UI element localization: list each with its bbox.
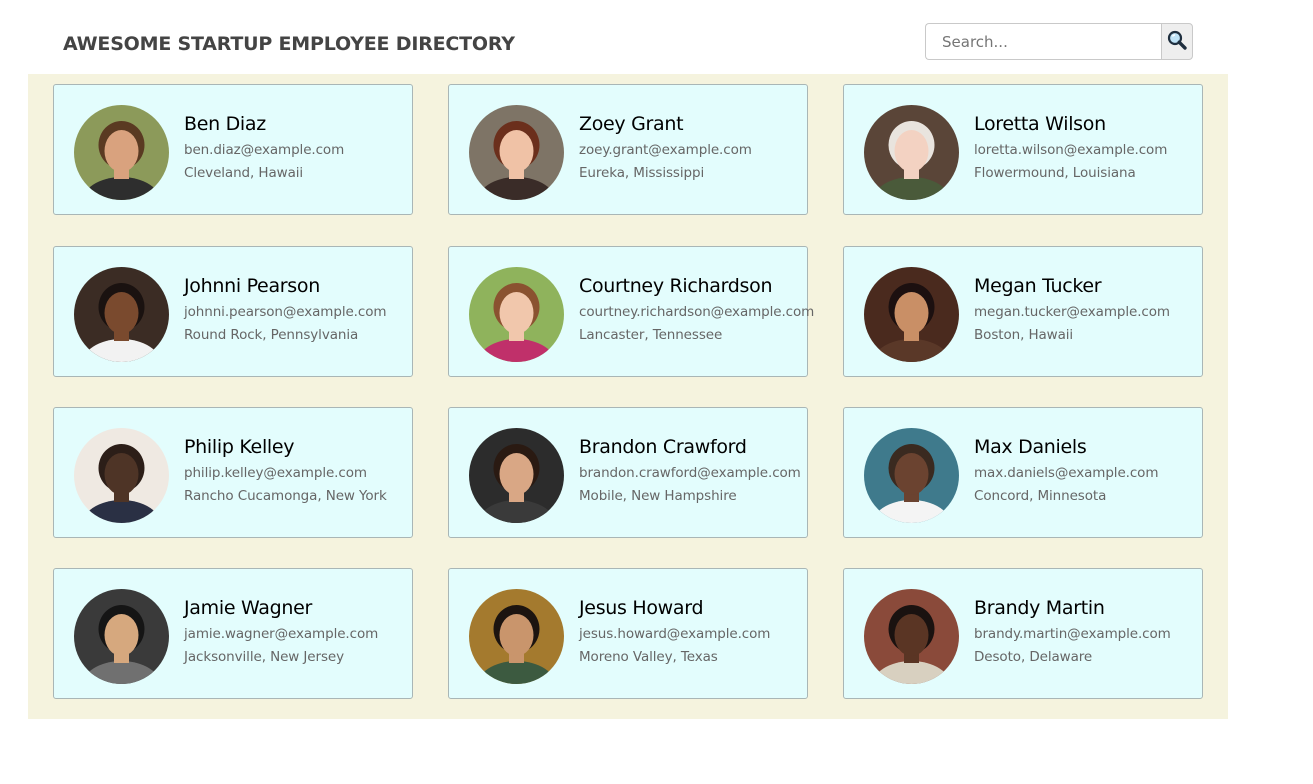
employee-name: Courtney Richardson (579, 275, 773, 297)
magnifier-icon (1167, 30, 1187, 50)
employee-location: Eureka, Mississippi (579, 165, 705, 181)
employee-location: Rancho Cucamonga, New York (184, 488, 387, 504)
employee-card[interactable]: Johnni Pearson johnni.pearson@example.com… (53, 246, 413, 377)
employee-email: jamie.wagner@example.com (184, 626, 379, 642)
employee-card[interactable]: Zoey Grant zoey.grant@example.com Eureka, … (448, 84, 808, 215)
employee-card[interactable]: Jesus Howard jesus.howard@example.com More… (448, 568, 808, 699)
employee-avatar (469, 589, 564, 684)
employee-info: Philip Kelley philip.kelley@example.com Ra… (184, 436, 387, 504)
employee-location: Jacksonville, New Jersey (184, 649, 344, 665)
employee-email: brandy.martin@example.com (974, 626, 1171, 642)
employee-info: Loretta Wilson loretta.wilson@example.com… (974, 113, 1167, 181)
employee-card[interactable]: Brandon Crawford brandon.crawford@example… (448, 407, 808, 538)
employee-card[interactable]: Loretta Wilson loretta.wilson@example.com… (843, 84, 1203, 215)
employee-avatar (864, 589, 959, 684)
employee-name: Jamie Wagner (184, 597, 312, 619)
employee-email: brandon.crawford@example.com (579, 465, 801, 481)
search-form (925, 23, 1193, 60)
employee-location: Moreno Valley, Texas (579, 649, 718, 665)
employee-gallery: Ben Diaz ben.diaz@example.com Cleveland, H… (28, 74, 1228, 719)
employee-email: max.daniels@example.com (974, 465, 1159, 481)
search-button[interactable] (1161, 23, 1193, 60)
employee-avatar (469, 428, 564, 523)
employee-avatar (74, 267, 169, 362)
employee-avatar (864, 267, 959, 362)
employee-name: Loretta Wilson (974, 113, 1106, 135)
employee-avatar (74, 105, 169, 200)
employee-email: ben.diaz@example.com (184, 142, 345, 158)
employee-info: Brandon Crawford brandon.crawford@example… (579, 436, 801, 504)
employee-location: Round Rock, Pennsylvania (184, 327, 359, 343)
employee-info: Jamie Wagner jamie.wagner@example.com Jack… (184, 597, 378, 665)
employee-name: Johnni Pearson (184, 275, 320, 297)
employee-location: Desoto, Delaware (974, 649, 1093, 665)
employee-email: philip.kelley@example.com (184, 465, 367, 481)
employee-location: Mobile, New Hampshire (579, 488, 737, 504)
employee-info: Johnni Pearson johnni.pearson@example.com… (184, 275, 387, 343)
employee-email: zoey.grant@example.com (579, 142, 752, 158)
employee-info: Jesus Howard jesus.howard@example.com More… (579, 597, 770, 665)
employee-name: Max Daniels (974, 436, 1087, 458)
employee-location: Flowermound, Louisiana (974, 165, 1136, 181)
page-title: AWESOME STARTUP EMPLOYEE DIRECTORY (63, 33, 515, 55)
employee-location: Concord, Minnesota (974, 488, 1107, 504)
employee-email: megan.tucker@example.com (974, 304, 1170, 320)
employee-card[interactable]: Brandy Martin brandy.martin@example.com De… (843, 568, 1203, 699)
employee-info: Brandy Martin brandy.martin@example.com De… (974, 597, 1171, 665)
employee-info: Ben Diaz ben.diaz@example.com Cleveland, H… (184, 113, 344, 181)
employee-name: Brandon Crawford (579, 436, 747, 458)
employee-location: Boston, Hawaii (974, 327, 1074, 343)
employee-location: Cleveland, Hawaii (184, 165, 304, 181)
employee-avatar (864, 428, 959, 523)
employee-name: Brandy Martin (974, 597, 1105, 619)
employee-avatar (469, 267, 564, 362)
employee-email: loretta.wilson@example.com (974, 142, 1168, 158)
employee-name: Philip Kelley (184, 436, 295, 458)
employee-avatar (864, 105, 959, 200)
employee-info: Megan Tucker megan.tucker@example.com Bost… (974, 275, 1170, 343)
employee-avatar (74, 589, 169, 684)
employee-info: Max Daniels max.daniels@example.com Concor… (974, 436, 1158, 504)
employee-card[interactable]: Jamie Wagner jamie.wagner@example.com Jack… (53, 568, 413, 699)
employee-card[interactable]: Megan Tucker megan.tucker@example.com Bost… (843, 246, 1203, 377)
page-header: AWESOME STARTUP EMPLOYEE DIRECTORY (0, 0, 1313, 74)
employee-email: courtney.richardson@example.com (579, 304, 815, 320)
employee-email: johnni.pearson@example.com (184, 304, 387, 320)
employee-name: Megan Tucker (974, 275, 1102, 297)
employee-avatar (74, 428, 169, 523)
search-input[interactable] (925, 23, 1162, 60)
employee-info: Courtney Richardson courtney.richardson@e… (579, 275, 814, 343)
employee-card[interactable]: Ben Diaz ben.diaz@example.com Cleveland, H… (53, 84, 413, 215)
employee-card[interactable]: Max Daniels max.daniels@example.com Concor… (843, 407, 1203, 538)
employee-name: Ben Diaz (184, 113, 266, 135)
employee-card[interactable]: Philip Kelley philip.kelley@example.com Ra… (53, 407, 413, 538)
employee-name: Zoey Grant (579, 113, 684, 135)
employee-email: jesus.howard@example.com (579, 626, 771, 642)
employee-name: Jesus Howard (579, 597, 704, 619)
employee-avatar (469, 105, 564, 200)
employee-card[interactable]: Courtney Richardson courtney.richardson@e… (448, 246, 814, 377)
employee-location: Lancaster, Tennessee (579, 327, 723, 343)
employee-info: Zoey Grant zoey.grant@example.com Eureka, … (579, 113, 752, 181)
